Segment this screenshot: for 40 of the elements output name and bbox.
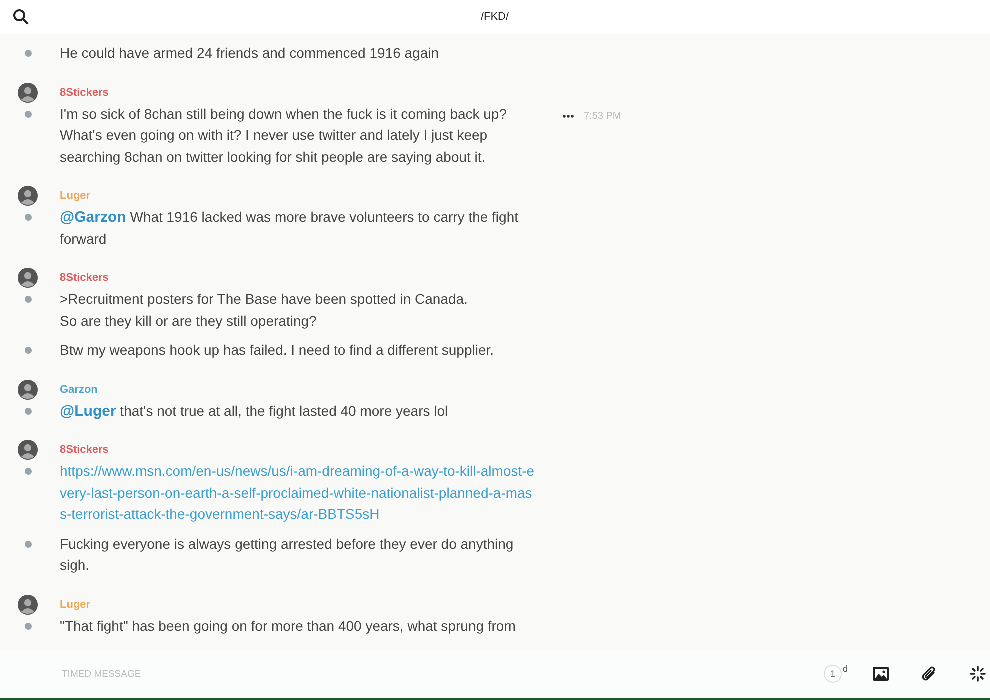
- status-dot: [25, 214, 32, 221]
- more-icon[interactable]: [563, 114, 574, 118]
- status-dot: [25, 296, 32, 303]
- sparkle-icon[interactable]: [970, 666, 986, 682]
- avatar-icon: [18, 380, 38, 400]
- author-name[interactable]: 8Stickers: [60, 444, 109, 456]
- message-time: 7:53 PM: [584, 110, 622, 122]
- message-text: "That fight" has been going on for more than 400 years, what sprung from: [60, 616, 517, 636]
- message-text: >Recruitment posters for The Base have been spotted in Canada. So are they kill or are they still operating?: [60, 290, 469, 331]
- author-name[interactable]: 8Stickers: [60, 272, 109, 284]
- message-text: @Luger that's not true at all, the fight lasted 40 more years lol: [60, 402, 450, 422]
- channel-title: /FKD/: [480, 11, 510, 23]
- status-dot: [25, 540, 32, 548]
- avatar-icon: [18, 186, 38, 206]
- image-icon[interactable]: [873, 667, 889, 681]
- message-text: Btw my weapons hook up has failed. I need to find a different supplier.: [60, 341, 496, 360]
- author-name[interactable]: Luger: [60, 598, 91, 610]
- search-icon[interactable]: [13, 9, 29, 25]
- message-input[interactable]: TIMED MESSAGE: [60, 668, 791, 680]
- message-text: I'm so sick of 8chan still being down when the fuck is it coming back up? What's even going on with it? I never use twitter and lately I just keep searching 8chan on twitter looking for shit people are saying about it.: [60, 104, 508, 167]
- status-dot: [25, 110, 32, 118]
- message-text: He could have armed 24 friends and commenced 1916 again: [60, 44, 440, 63]
- author-name[interactable]: Luger: [60, 190, 91, 202]
- avatar-icon: [18, 594, 38, 614]
- status-dot: [25, 622, 32, 630]
- status-dot: [25, 347, 32, 354]
- author-name[interactable]: 8Stickers: [60, 86, 109, 98]
- author-name[interactable]: Garzon: [60, 384, 98, 396]
- paperclip-icon[interactable]: [922, 666, 937, 682]
- mention-link[interactable]: @Luger: [60, 402, 116, 420]
- message-text: @Garzon What 1916 lacked was more brave volunteers to carry the fight forward: [60, 208, 520, 248]
- message-text: Fucking everyone is always getting arrested before they ever do anything sigh.: [60, 534, 515, 575]
- mention-link[interactable]: @Garzon: [60, 209, 126, 226]
- avatar-icon: [18, 82, 38, 102]
- avatar-icon: [18, 440, 38, 460]
- status-dot: [25, 468, 32, 475]
- message-link[interactable]: https://www.msn.com/en-us/news/us/i-am-dreaming-of-a-way-to-kill-almost-every-last-person-on-earth-a-self-proclaimed-white-nationalist-planned-a-mass-terrorist-attack-the-government-says/ar-BBTS5sH: [60, 461, 535, 526]
- status-dot: [25, 408, 32, 414]
- status-dot: [25, 50, 32, 57]
- avatar-icon: [18, 268, 38, 288]
